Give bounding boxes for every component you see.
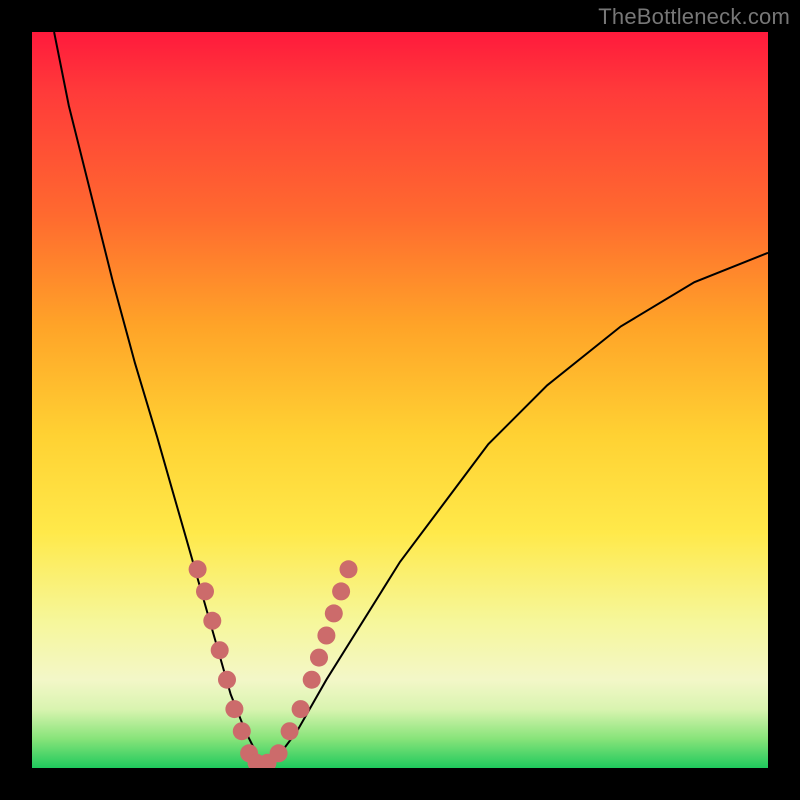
- marker-dot: [332, 582, 350, 600]
- bottleneck-curve: [54, 32, 768, 761]
- plot-area: [32, 32, 768, 768]
- chart-frame: TheBottleneck.com: [0, 0, 800, 800]
- marker-dot: [281, 722, 299, 740]
- marker-dot: [211, 641, 229, 659]
- marker-dot: [340, 560, 358, 578]
- marker-dot: [325, 604, 343, 622]
- marker-dot: [218, 671, 236, 689]
- marker-dot: [196, 582, 214, 600]
- marker-dot: [292, 700, 310, 718]
- marker-dot: [303, 671, 321, 689]
- highlight-markers: [189, 560, 358, 768]
- watermark-text: TheBottleneck.com: [598, 4, 790, 30]
- marker-dot: [270, 744, 288, 762]
- marker-dot: [310, 649, 328, 667]
- marker-dot: [203, 612, 221, 630]
- marker-dot: [189, 560, 207, 578]
- marker-dot: [225, 700, 243, 718]
- marker-dot: [317, 627, 335, 645]
- curve-svg: [32, 32, 768, 768]
- marker-dot: [233, 722, 251, 740]
